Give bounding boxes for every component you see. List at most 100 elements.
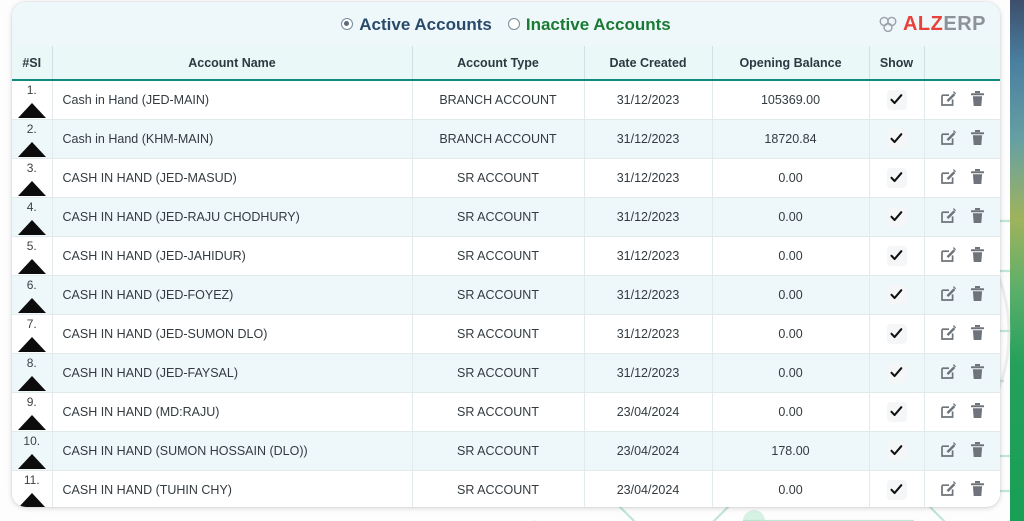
show-checkmark-icon[interactable]	[886, 440, 907, 461]
opening-balance-cell: 0.00	[711, 392, 869, 432]
show-checkmark-icon[interactable]	[886, 245, 907, 266]
edit-account-button[interactable]	[940, 363, 957, 380]
column-header-balance[interactable]: Opening Balance	[711, 46, 869, 81]
row-actions-cell	[923, 80, 1000, 120]
move-up-triangle-icon[interactable]	[17, 219, 46, 235]
radio-inactive-accounts-label: Inactive Accounts	[525, 14, 671, 34]
show-checkmark-icon[interactable]	[886, 128, 907, 149]
show-checkmark-icon[interactable]	[886, 167, 907, 188]
column-header-actions	[923, 46, 1000, 81]
edit-account-button[interactable]	[940, 324, 957, 341]
account-type-cell: BRANCH ACCOUNT	[411, 80, 584, 120]
radio-inactive-accounts-icon[interactable]	[507, 18, 520, 30]
radio-active-accounts-icon[interactable]	[341, 18, 354, 30]
show-checkmark-icon[interactable]	[886, 479, 907, 500]
table-row[interactable]: 6. CASH IN HAND (JED-FOYEZ) SR ACCOUNT 31/1…	[12, 275, 1000, 315]
move-up-triangle-icon[interactable]	[17, 414, 46, 430]
column-header-si[interactable]: #SI	[12, 46, 52, 81]
delete-account-button[interactable]	[970, 90, 985, 107]
row-index-cell: 2.	[12, 119, 52, 159]
account-type-cell: SR ACCOUNT	[411, 314, 584, 354]
date-created-cell: 31/12/2023	[583, 353, 712, 393]
radio-inactive-accounts[interactable]: Inactive Accounts	[507, 14, 671, 34]
account-name-cell: CASH IN HAND (JED-JAHIDUR)	[51, 236, 412, 276]
table-row[interactable]: 5. CASH IN HAND (JED-JAHIDUR) SR ACCOUNT 31…	[12, 236, 1000, 276]
row-index-cell: 5.	[12, 236, 52, 276]
table-row[interactable]: 4. CASH IN HAND (JED-RAJU CHODHURY) SR ACC…	[12, 197, 1000, 237]
move-up-triangle-icon[interactable]	[17, 297, 46, 313]
table-row[interactable]: 2. Cash in Hand (KHM-MAIN) BRANCH ACCOUNT 3…	[12, 119, 1000, 159]
row-index-cell: 6.	[12, 275, 52, 315]
show-checkmark-icon[interactable]	[886, 206, 907, 227]
delete-account-button[interactable]	[970, 207, 985, 224]
brand-secondary: ERP	[943, 13, 986, 35]
row-actions-cell	[923, 275, 1000, 315]
show-cell	[868, 314, 924, 354]
date-created-cell: 31/12/2023	[583, 80, 712, 120]
opening-balance-cell: 105369.00	[711, 80, 869, 120]
show-checkmark-icon[interactable]	[886, 89, 907, 110]
table-row[interactable]: 11. CASH IN HAND (TUHIN CHY) SR ACCOUNT 23/…	[12, 470, 1000, 507]
delete-account-button[interactable]	[970, 402, 985, 419]
move-up-triangle-icon[interactable]	[17, 336, 46, 352]
column-header-show[interactable]: Show	[868, 46, 924, 81]
move-up-triangle-icon[interactable]	[17, 453, 46, 469]
column-header-name[interactable]: Account Name	[51, 46, 412, 81]
delete-account-button[interactable]	[970, 363, 985, 380]
row-actions-cell	[923, 314, 1000, 354]
opening-balance-cell: 18720.84	[711, 119, 869, 159]
edit-account-button[interactable]	[940, 480, 957, 497]
row-actions-cell	[923, 392, 1000, 432]
move-up-triangle-icon[interactable]	[17, 375, 46, 391]
show-checkmark-icon[interactable]	[886, 284, 907, 305]
move-up-triangle-icon[interactable]	[17, 141, 46, 157]
delete-account-button[interactable]	[970, 441, 985, 458]
table-row[interactable]: 10. CASH IN HAND (SUMON HOSSAIN (DLO)) SR …	[12, 431, 1000, 471]
show-checkmark-icon[interactable]	[886, 362, 907, 383]
table-row[interactable]: 7. CASH IN HAND (JED-SUMON DLO) SR ACCOUNT…	[12, 314, 1000, 354]
edit-account-button[interactable]	[940, 246, 957, 263]
column-header-type[interactable]: Account Type	[411, 46, 584, 81]
edit-account-button[interactable]	[940, 285, 957, 302]
edit-account-button[interactable]	[940, 90, 957, 107]
move-up-triangle-icon[interactable]	[17, 180, 46, 196]
table-row[interactable]: 3. CASH IN HAND (JED-MASUD) SR ACCOUNT 31/1…	[12, 158, 1000, 198]
table-row[interactable]: 8. CASH IN HAND (JED-FAYSAL) SR ACCOUNT 31/…	[12, 353, 1000, 393]
delete-account-button[interactable]	[970, 168, 985, 185]
move-up-triangle-icon[interactable]	[17, 258, 46, 274]
show-checkmark-icon[interactable]	[886, 401, 907, 422]
row-index-label: 4.	[26, 199, 37, 214]
brand-wordmark: ALZERP	[903, 14, 986, 34]
show-cell	[868, 119, 924, 159]
date-created-cell: 31/12/2023	[583, 236, 712, 276]
edit-account-button[interactable]	[940, 207, 957, 224]
opening-balance-cell: 0.00	[711, 314, 869, 354]
edit-account-button[interactable]	[940, 441, 957, 458]
delete-account-button[interactable]	[970, 324, 985, 341]
move-up-triangle-icon[interactable]	[17, 102, 46, 118]
column-header-date[interactable]: Date Created	[583, 46, 712, 81]
show-checkmark-icon[interactable]	[886, 323, 907, 344]
table-header-row: #SI Account Name Account Type Date Creat…	[12, 46, 1000, 81]
radio-active-accounts[interactable]: Active Accounts	[341, 16, 492, 33]
account-name-cell: CASH IN HAND (TUHIN CHY)	[51, 470, 412, 507]
edit-account-button[interactable]	[940, 129, 957, 146]
accounts-table: #SI Account Name Account Type Date Creat…	[12, 46, 1000, 507]
show-cell	[868, 431, 924, 471]
row-index-label: 9.	[26, 394, 37, 409]
delete-account-button[interactable]	[970, 285, 985, 302]
delete-account-button[interactable]	[970, 129, 985, 146]
account-name-cell: CASH IN HAND (JED-FAYSAL)	[51, 353, 412, 393]
move-up-triangle-icon[interactable]	[17, 492, 46, 507]
table-row[interactable]: 9. CASH IN HAND (MD:RAJU) SR ACCOUNT 23/04/…	[12, 392, 1000, 432]
row-index-cell: 8.	[12, 353, 52, 393]
row-actions-cell	[923, 236, 1000, 276]
table-row[interactable]: 1. Cash in Hand (JED-MAIN) BRANCH ACCOUNT 3…	[12, 80, 1000, 120]
account-status-filter-group[interactable]: Active Accounts Inactive Accounts	[341, 14, 671, 34]
row-index-label: 5.	[26, 238, 37, 253]
edit-account-button[interactable]	[940, 168, 957, 185]
delete-account-button[interactable]	[970, 246, 985, 263]
delete-account-button[interactable]	[970, 480, 985, 497]
show-cell	[868, 80, 924, 120]
edit-account-button[interactable]	[940, 402, 957, 419]
